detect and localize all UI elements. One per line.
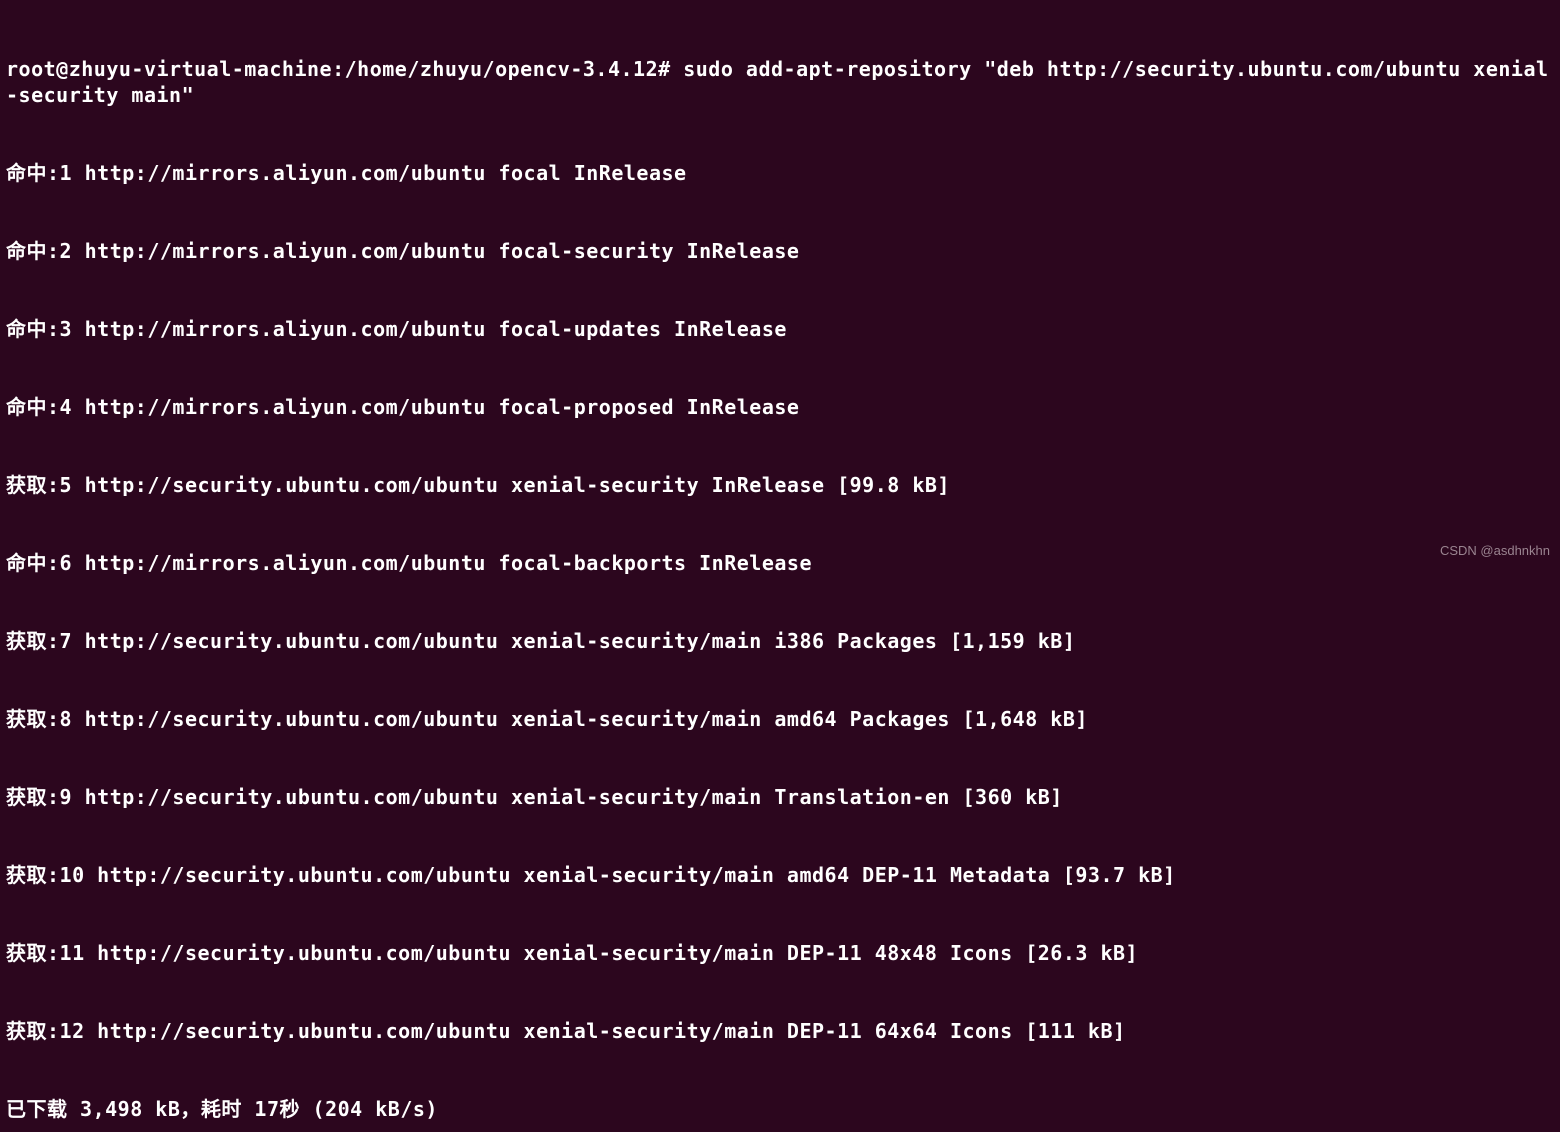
output-line: 获取:8 http://security.ubuntu.com/ubuntu x…: [6, 706, 1554, 732]
output-line: 命中:3 http://mirrors.aliyun.com/ubuntu fo…: [6, 316, 1554, 342]
output-line: 获取:12 http://security.ubuntu.com/ubuntu …: [6, 1018, 1554, 1044]
output-line: 获取:10 http://security.ubuntu.com/ubuntu …: [6, 862, 1554, 888]
output-line: 命中:6 http://mirrors.aliyun.com/ubuntu fo…: [6, 550, 1554, 576]
output-line: 命中:2 http://mirrors.aliyun.com/ubuntu fo…: [6, 238, 1554, 264]
output-line: 获取:9 http://security.ubuntu.com/ubuntu x…: [6, 784, 1554, 810]
output-line: 命中:1 http://mirrors.aliyun.com/ubuntu fo…: [6, 160, 1554, 186]
output-line: 命中:4 http://mirrors.aliyun.com/ubuntu fo…: [6, 394, 1554, 420]
output-line: 获取:7 http://security.ubuntu.com/ubuntu x…: [6, 628, 1554, 654]
prompt-line: root@zhuyu-virtual-machine:/home/zhuyu/o…: [6, 56, 1554, 108]
output-line: 获取:11 http://security.ubuntu.com/ubuntu …: [6, 940, 1554, 966]
terminal-output: root@zhuyu-virtual-machine:/home/zhuyu/o…: [6, 4, 1554, 1132]
output-line: 获取:5 http://security.ubuntu.com/ubuntu x…: [6, 472, 1554, 498]
watermark-text: CSDN @asdhnkhn: [1440, 543, 1550, 560]
output-line: 已下载 3,498 kB，耗时 17秒 (204 kB/s): [6, 1096, 1554, 1122]
